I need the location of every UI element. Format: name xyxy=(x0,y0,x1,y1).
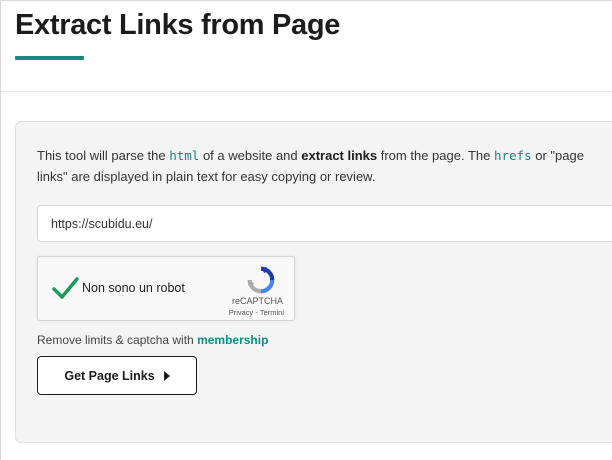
header-divider xyxy=(1,91,612,92)
recaptcha-logo-icon xyxy=(247,266,275,294)
recaptcha-brand: reCAPTCHA xyxy=(231,296,283,306)
desc-text-3: from the page. The xyxy=(377,148,494,163)
page-title: Extract Links from Page xyxy=(15,9,341,41)
desc-bold-extract-links: extract links xyxy=(301,148,378,163)
title-underline xyxy=(15,56,84,60)
terms-link[interactable]: Termini xyxy=(260,308,284,317)
play-icon xyxy=(163,370,170,381)
privacy-link[interactable]: Privacy xyxy=(229,308,254,317)
limits-text: Remove limits & captcha with xyxy=(37,333,198,347)
recaptcha-widget: Non sono un robot reCAPTCHA Privacy - Te… xyxy=(37,256,295,321)
membership-link[interactable]: membership xyxy=(197,333,268,347)
page: Extract Links from Page This tool will p… xyxy=(0,0,612,460)
recaptcha-links: Privacy - Termini xyxy=(229,308,284,317)
desc-text-2: of a website and xyxy=(199,148,302,163)
limits-note: Remove limits & captcha with membership xyxy=(37,333,268,347)
desc-code-html: html xyxy=(169,148,200,163)
get-page-links-button[interactable]: Get Page Links xyxy=(37,356,197,395)
tool-description: This tool will parse the html of a websi… xyxy=(37,145,612,187)
submit-label: Get Page Links xyxy=(64,368,155,383)
desc-code-hrefs: hrefs xyxy=(493,148,532,163)
url-input[interactable] xyxy=(37,205,612,242)
desc-text-1: This tool will parse the xyxy=(37,148,170,163)
captcha-label: Non sono un robot xyxy=(82,281,185,295)
checkmark-icon[interactable] xyxy=(51,274,79,302)
tool-panel: This tool will parse the html of a websi… xyxy=(15,121,612,443)
